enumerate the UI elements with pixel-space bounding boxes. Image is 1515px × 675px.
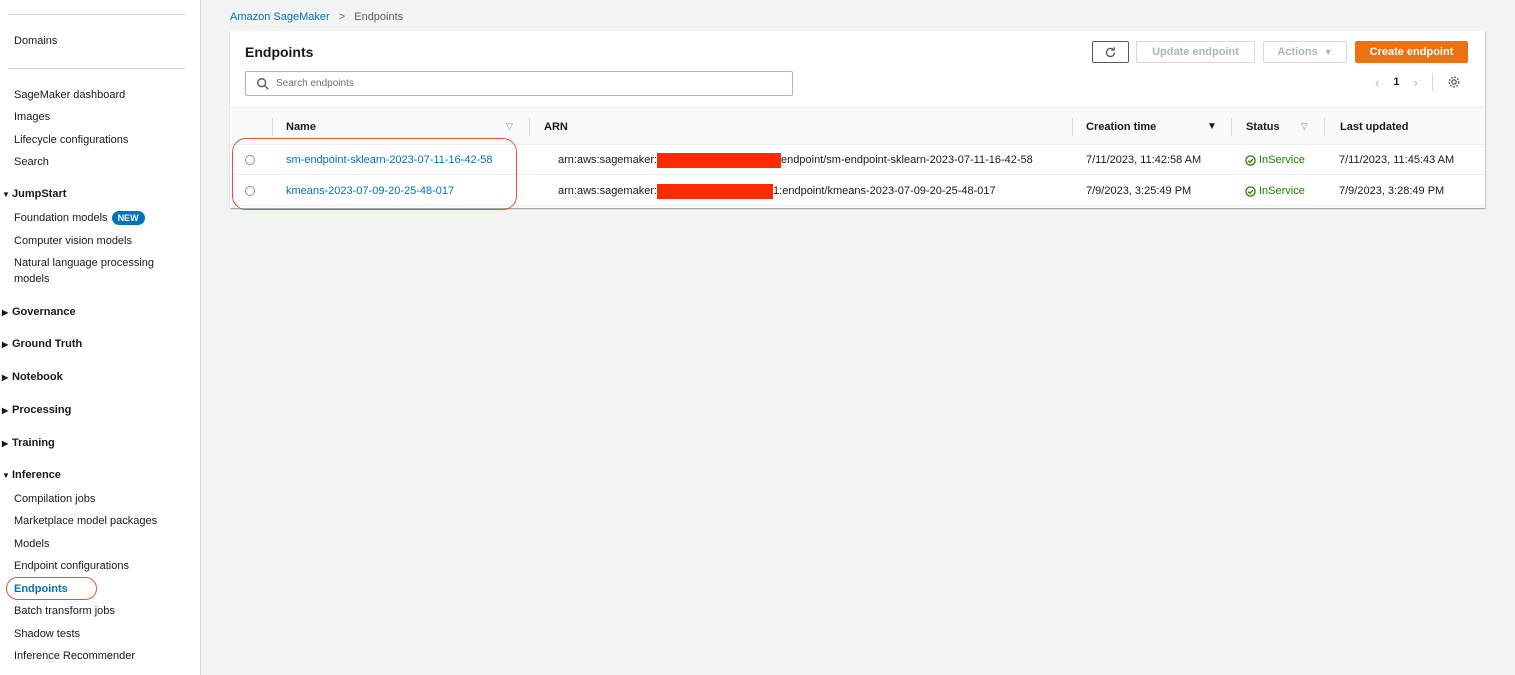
sidebar-item-marketplace-model-packages[interactable]: Marketplace model packages [14, 515, 157, 527]
annotation-highlight-oval [232, 138, 517, 210]
sidebar-item-search[interactable]: Search [14, 156, 49, 168]
sidebar-item-label: Foundation models [14, 211, 108, 224]
breadcrumb-sagemaker-link[interactable]: Amazon SageMaker [230, 11, 330, 23]
refresh-button[interactable] [1092, 41, 1129, 63]
caret-down-icon: ▼ [1323, 47, 1333, 57]
caret-down-icon: ▼ [2, 471, 10, 480]
arn-prefix: arn:aws:sagemaker: [558, 154, 658, 166]
sidebar-item-lifecycle-configurations[interactable]: Lifecycle configurations [14, 134, 128, 146]
column-separator [529, 118, 530, 136]
status-text: InService [1259, 185, 1305, 197]
gear-icon[interactable] [1447, 75, 1461, 89]
arn-cell: arn:aws:sagemaker: 1:endpoint/kmeans-2023… [558, 176, 996, 206]
caret-right-icon: ▶ [2, 373, 9, 382]
section-label: Ground Truth [12, 338, 83, 350]
caret-right-icon: ▶ [2, 406, 9, 415]
breadcrumb-current: Endpoints [354, 11, 404, 23]
creation-time: 7/11/2023, 11:42:58 AM [1086, 154, 1202, 166]
section-label: Training [12, 437, 55, 449]
sidebar-section-notebook[interactable]: ▶ Notebook [2, 371, 63, 383]
sidebar-item-models[interactable]: Models [14, 538, 49, 550]
sidebar-item-images[interactable]: Images [14, 111, 50, 123]
search-icon [257, 77, 269, 90]
sidebar-item-foundation-models[interactable]: Foundation models NEW [14, 211, 145, 225]
section-label: Governance [12, 306, 76, 318]
status-cell: InService [1245, 145, 1305, 175]
arn-suffix: 1:endpoint/kmeans-2023-07-09-20-25-48-01… [773, 185, 996, 197]
chevron-left-icon[interactable]: ‹ [1375, 75, 1379, 90]
sidebar-section-ground-truth[interactable]: ▶ Ground Truth [2, 338, 82, 350]
column-header-last-updated[interactable]: Last updated [1340, 108, 1408, 146]
sort-icon[interactable]: ▽ [506, 121, 513, 132]
search-input[interactable] [276, 78, 776, 89]
sidebar-item-domains[interactable]: Domains [14, 35, 57, 47]
sidebar-item-computer-vision-models[interactable]: Computer vision models [14, 235, 132, 247]
sidebar-section-inference[interactable]: ▼ Inference [2, 469, 61, 481]
section-label: JumpStart [12, 188, 67, 200]
sidebar-item-compilation-jobs[interactable]: Compilation jobs [14, 493, 95, 505]
chevron-right-icon: > [338, 11, 346, 23]
sidebar-section-training[interactable]: ▶ Training [2, 437, 55, 449]
sidebar: Domains SageMaker dashboard Images Lifec… [0, 0, 201, 675]
divider [1431, 73, 1433, 91]
new-badge: NEW [111, 211, 145, 225]
status-cell: InService [1245, 176, 1305, 206]
caret-down-icon: ▼ [2, 190, 10, 199]
status-text: InService [1259, 154, 1305, 166]
sort-descending-icon[interactable]: ▼ [1207, 121, 1217, 132]
section-label: Inference [12, 469, 61, 481]
last-updated: 7/9/2023, 3:28:49 PM [1339, 185, 1445, 197]
page-number[interactable]: 1 [1393, 76, 1399, 88]
arn-cell: arn:aws:sagemaker: endpoint/sm-endpoint-s… [558, 145, 1033, 175]
annotation-highlight-oval [6, 577, 97, 600]
pagination: ‹ 1 › [1375, 73, 1461, 91]
redaction-block [657, 152, 782, 168]
sidebar-divider [8, 14, 185, 15]
sidebar-section-processing[interactable]: ▶ Processing [2, 404, 71, 416]
check-circle-icon [1245, 185, 1256, 197]
column-separator [1324, 118, 1325, 136]
caret-right-icon: ▶ [2, 340, 9, 349]
actions-dropdown[interactable]: Actions ▼ [1263, 41, 1347, 63]
creation-time: 7/9/2023, 3:25:49 PM [1086, 185, 1192, 197]
section-label: Processing [12, 404, 72, 416]
column-separator [1072, 118, 1073, 136]
sort-icon[interactable]: ▽ [1301, 121, 1308, 132]
create-endpoint-button[interactable]: Create endpoint [1355, 41, 1468, 63]
column-separator [272, 118, 273, 136]
search-field[interactable] [245, 71, 793, 96]
arn-prefix: arn:aws:sagemaker: [558, 185, 658, 197]
breadcrumb: Amazon SageMaker > Endpoints [230, 11, 403, 23]
caret-right-icon: ▶ [2, 308, 9, 317]
sidebar-item-endpoint-configurations[interactable]: Endpoint configurations [14, 560, 129, 572]
sidebar-item-inference-recommender[interactable]: Inference Recommender [14, 650, 135, 662]
column-header-arn[interactable]: ARN [544, 108, 568, 146]
actions-label: Actions [1277, 46, 1318, 58]
column-header-status[interactable]: Status [1246, 108, 1280, 146]
page-title: Endpoints [245, 44, 314, 60]
check-circle-icon [1245, 154, 1256, 166]
chevron-right-icon[interactable]: › [1413, 75, 1417, 90]
redaction-block [657, 183, 774, 199]
sidebar-section-governance[interactable]: ▶ Governance [2, 306, 76, 318]
sidebar-item-nlp-models[interactable]: Natural language processing models [14, 255, 164, 287]
sidebar-divider [8, 68, 185, 69]
sidebar-item-dashboard[interactable]: SageMaker dashboard [14, 89, 125, 101]
last-updated: 7/11/2023, 11:45:43 AM [1339, 154, 1455, 166]
update-endpoint-button[interactable]: Update endpoint [1136, 41, 1255, 63]
column-separator [1231, 118, 1232, 136]
sidebar-item-batch-transform-jobs[interactable]: Batch transform jobs [14, 605, 115, 617]
section-label: Notebook [12, 371, 63, 383]
sidebar-item-shadow-tests[interactable]: Shadow tests [14, 628, 80, 640]
refresh-icon [1105, 46, 1116, 57]
arn-suffix: endpoint/sm-endpoint-sklearn-2023-07-11-… [781, 154, 1033, 166]
sidebar-section-jumpstart[interactable]: ▼ JumpStart [2, 188, 66, 200]
column-header-creation-time[interactable]: Creation time [1086, 108, 1156, 146]
caret-right-icon: ▶ [2, 439, 9, 448]
